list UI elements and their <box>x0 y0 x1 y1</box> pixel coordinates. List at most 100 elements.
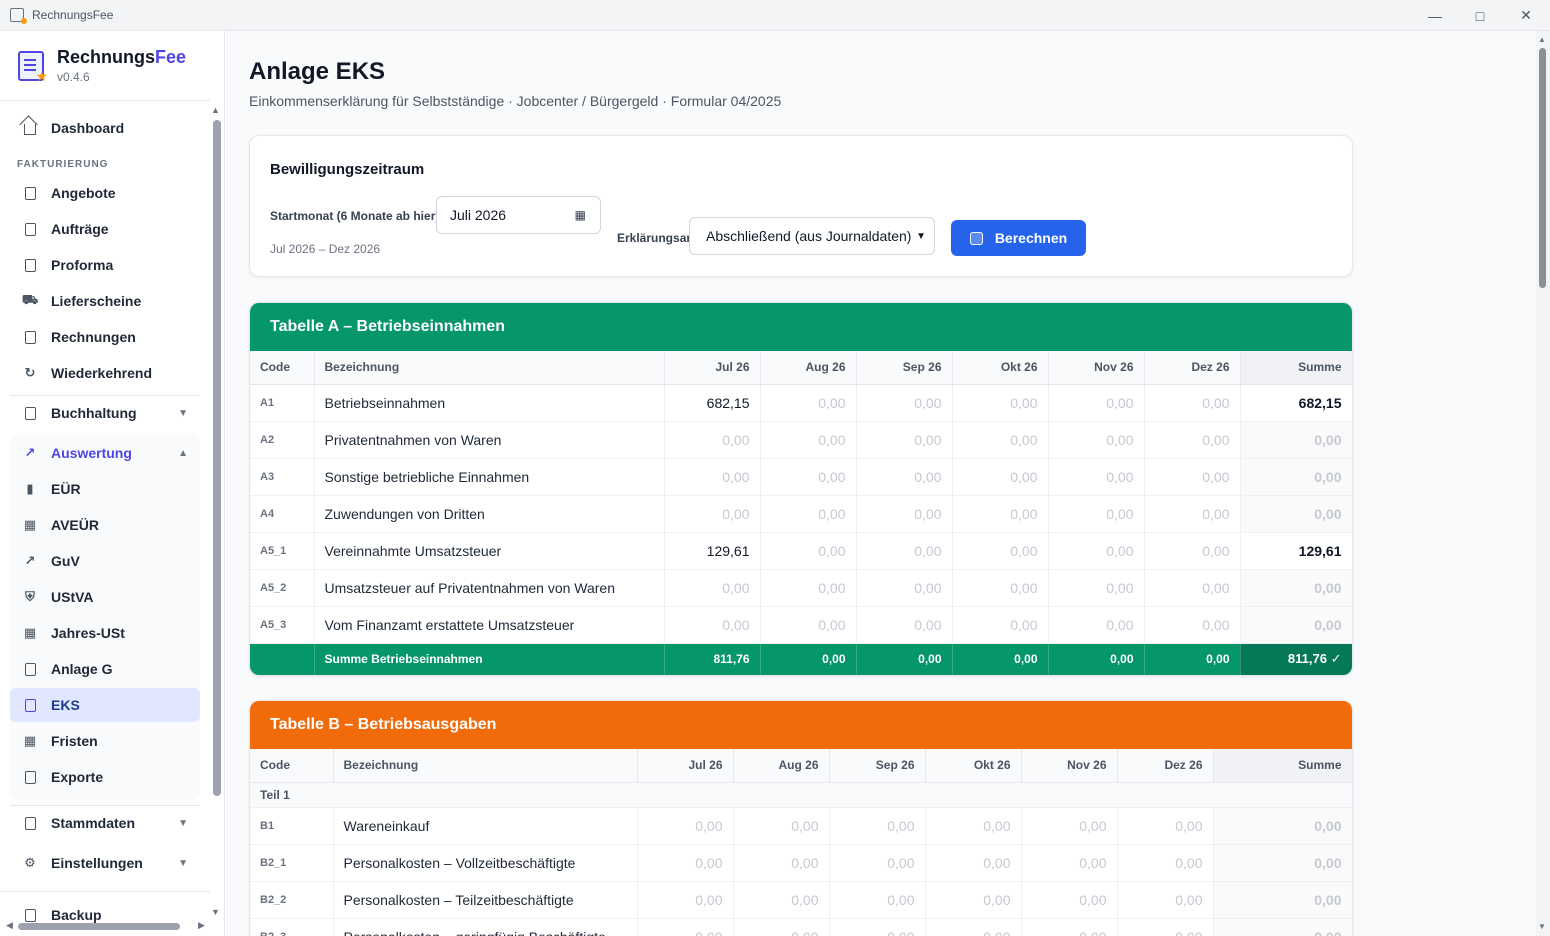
page-title: Anlage EKS <box>249 58 386 85</box>
row-month-value: 0,00 <box>1048 458 1145 496</box>
sidebar-item-rechnungen[interactable]: Rechnungen <box>10 320 200 354</box>
scroll-up-arrow[interactable]: ▲ <box>1538 35 1546 44</box>
sidebar-item-ustva[interactable]: ⛨ UStVA <box>10 580 200 614</box>
row-month-value: 0,00 <box>760 606 857 644</box>
row-month-value: 0,00 <box>664 421 761 459</box>
row-code: A1 <box>250 384 315 422</box>
sidebar-item-stammdaten[interactable]: Stammdaten ▼ <box>10 806 200 840</box>
receipt-icon <box>23 330 37 344</box>
bank-icon: ⛨ <box>25 589 35 604</box>
row-sum-value: 0,00 <box>1240 495 1352 533</box>
calculate-button[interactable]: Berechnen <box>951 220 1086 256</box>
row-month-value: 0,00 <box>952 458 1049 496</box>
sidebar-item-exporte[interactable]: Exporte <box>10 760 200 794</box>
row-month-value: 0,00 <box>1021 807 1118 845</box>
sidebar-item-guv[interactable]: ↗ GuV <box>10 544 200 578</box>
row-code: B2_2 <box>250 881 334 919</box>
maximize-button[interactable]: □ <box>1457 0 1503 31</box>
declaration-type-value: Abschließend (aus Journaldaten) <box>706 228 912 244</box>
sidebar-item-euer[interactable]: ▮ EÜR <box>10 472 200 506</box>
sidebar-item-dashboard[interactable]: Dashboard <box>10 111 200 145</box>
row-month-value: 0,00 <box>664 458 761 496</box>
sidebar-item-jahres-ust[interactable]: ▦ Jahres-USt <box>10 616 200 650</box>
gear-icon: ⚙ <box>24 855 36 870</box>
row-sum-value: 0,00 <box>1240 569 1352 607</box>
truck-icon: ⛟ <box>21 292 39 307</box>
start-month-input[interactable]: Juli 2026 ▦ <box>436 196 601 234</box>
sidebar-horizontal-scrollbar[interactable] <box>18 923 180 930</box>
col-header-month: Nov 26 <box>1048 351 1145 385</box>
sidebar-item-proforma[interactable]: Proforma <box>10 248 200 282</box>
calculate-button-label: Berechnen <box>994 230 1068 246</box>
sidebar-item-fristen[interactable]: ▦ Fristen <box>10 724 200 758</box>
sidebar-item-label: Fristen <box>51 733 98 749</box>
row-code: A5_2 <box>250 569 315 607</box>
sidebar-item-lieferscheine[interactable]: ⛟ Lieferscheine <box>10 284 200 318</box>
app-icon <box>10 8 27 24</box>
row-month-value: 0,00 <box>733 844 830 882</box>
total-month-value: 0,00 <box>856 643 953 675</box>
sidebar-item-auftraege[interactable]: Aufträge <box>10 212 200 246</box>
sidebar-item-wiederkehrend[interactable]: ↻ Wiederkehrend <box>10 356 200 390</box>
row-month-value: 0,00 <box>637 807 734 845</box>
document-icon <box>23 662 37 676</box>
row-month-value: 0,00 <box>664 495 761 533</box>
sidebar-scrollbar[interactable] <box>213 120 221 796</box>
col-header-month: Aug 26 <box>760 351 857 385</box>
declaration-type-label: Erklärungsart <box>617 231 696 245</box>
chevron-down-icon: ▼ <box>178 407 188 419</box>
row-month-value: 0,00 <box>1021 918 1118 936</box>
row-month-value: 0,00 <box>664 606 761 644</box>
sidebar-item-label: GuV <box>51 553 80 569</box>
scroll-down-arrow[interactable]: ▼ <box>211 907 220 917</box>
scroll-down-arrow[interactable]: ▼ <box>1538 922 1546 931</box>
table-row: A4 Zuwendungen von Dritten 0,00 0,00 0,00 0,0… <box>250 495 1352 533</box>
total-sum-value: 811,76 ✓ <box>1240 643 1352 675</box>
row-month-value: 0,00 <box>637 844 734 882</box>
row-description: Personalkosten – Teilzeitbeschäftigte <box>333 881 638 919</box>
chevron-down-icon: ▼ <box>178 817 188 829</box>
calendar-icon[interactable]: ▦ <box>575 208 586 222</box>
col-header-month: Jul 26 <box>637 749 734 783</box>
brand[interactable]: RechnungsFee v0.4.6 <box>18 47 187 85</box>
row-month-value: 0,00 <box>1117 807 1214 845</box>
calendar-icon: ▦ <box>23 625 37 640</box>
row-month-value: 0,00 <box>952 569 1049 607</box>
scroll-right-arrow[interactable]: ▶ <box>198 920 205 931</box>
table-row: B2_1 Personalkosten – Vollzeitbeschäftigt… <box>250 844 1352 882</box>
col-header-month: Okt 26 <box>925 749 1022 783</box>
sidebar-item-anlage-g[interactable]: Anlage G <box>10 652 200 686</box>
main-scrollbar-thumb[interactable] <box>1539 48 1546 288</box>
sidebar-item-auswertung[interactable]: ↗ Auswertung ▲ <box>10 436 200 470</box>
declaration-type-select[interactable]: Abschließend (aus Journaldaten) ▼ <box>689 217 935 255</box>
col-header-sum: Summe <box>1240 351 1352 385</box>
brand-name: RechnungsFee <box>57 47 187 67</box>
row-month-value: 0,00 <box>856 458 953 496</box>
row-month-value: 0,00 <box>856 569 953 607</box>
sidebar-item-eks[interactable]: EKS <box>10 688 200 722</box>
row-month-value: 0,00 <box>952 532 1049 570</box>
sidebar-item-buchhaltung[interactable]: Buchhaltung ▼ <box>10 396 200 430</box>
row-month-value: 0,00 <box>1144 495 1241 533</box>
row-code: A5_1 <box>250 532 315 570</box>
row-sum-value: 129,61 <box>1240 532 1352 570</box>
row-description: Personalkosten – Vollzeitbeschäftigte <box>333 844 638 882</box>
table-row: B2_2 Personalkosten – Teilzeitbeschäftigt… <box>250 881 1352 919</box>
sidebar-item-label: Stammdaten <box>51 815 136 831</box>
scroll-up-arrow[interactable]: ▲ <box>211 105 220 115</box>
row-month-value: 0,00 <box>760 421 857 459</box>
sidebar-item-aveuer[interactable]: ▦ AVEÜR <box>10 508 200 542</box>
minimize-button[interactable]: — <box>1412 0 1458 31</box>
row-month-value: 0,00 <box>856 421 953 459</box>
sidebar-item-label: EKS <box>51 697 80 713</box>
page-subtitle: Einkommenserklärung für Selbstständige ·… <box>249 93 782 109</box>
sidebar-item-label: Aufträge <box>51 221 109 237</box>
sidebar-item-angebote[interactable]: Angebote <box>10 176 200 210</box>
window-title: RechnungsFee <box>32 8 114 22</box>
bar-chart-icon: ▮ <box>26 481 34 496</box>
scroll-left-arrow[interactable]: ◀ <box>6 920 13 931</box>
close-button[interactable]: ✕ <box>1503 0 1549 31</box>
row-sum-value: 0,00 <box>1213 807 1352 845</box>
row-month-value: 0,00 <box>952 495 1049 533</box>
sidebar-item-einstellungen[interactable]: ⚙ Einstellungen ▼ <box>10 846 200 880</box>
